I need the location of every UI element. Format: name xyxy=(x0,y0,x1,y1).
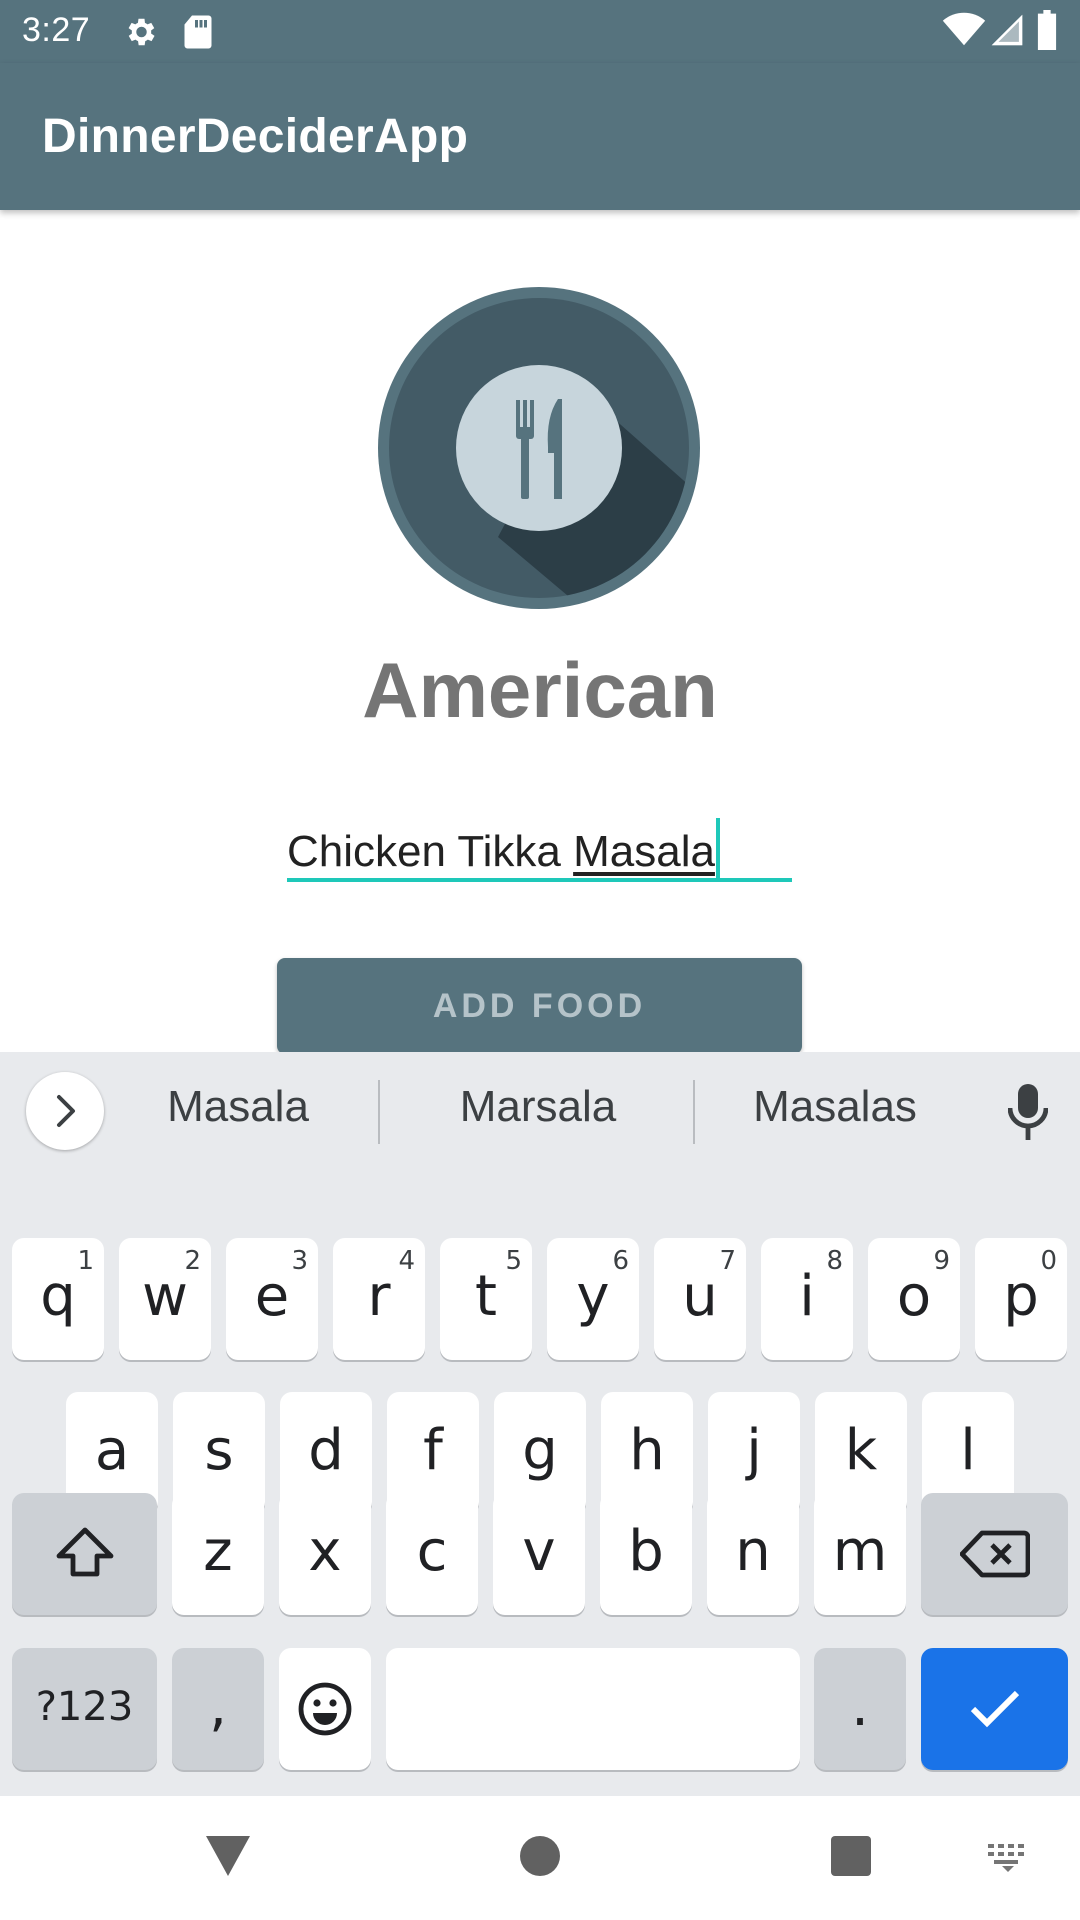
key-m[interactable]: m xyxy=(814,1493,906,1615)
key-c[interactable]: c xyxy=(386,1493,478,1615)
expand-suggestions-button[interactable] xyxy=(26,1072,104,1150)
key-hint: 6 xyxy=(612,1246,629,1276)
key-z[interactable]: z xyxy=(172,1493,264,1615)
key-o[interactable]: o9 xyxy=(868,1238,960,1360)
symbols-key[interactable]: ?123 xyxy=(12,1648,157,1770)
status-bar: 3:27 xyxy=(0,0,1080,63)
add-food-button[interactable]: ADD FOOD xyxy=(277,958,802,1054)
recents-icon[interactable] xyxy=(831,1836,871,1881)
key-hint: 4 xyxy=(398,1246,415,1276)
microphone-icon[interactable] xyxy=(1007,1084,1049,1145)
suggestion-strip: Masala Marsala Masalas xyxy=(0,1052,1080,1172)
key-label: w xyxy=(142,1264,188,1329)
suggestion-divider xyxy=(378,1080,380,1144)
soft-keyboard: Masala Marsala Masalas q1w2e3r4t5y6u7i8o… xyxy=(0,1052,1080,1796)
key-x[interactable]: x xyxy=(279,1493,371,1615)
key-label: r xyxy=(367,1264,391,1329)
sd-card-icon xyxy=(182,14,214,55)
key-b[interactable]: b xyxy=(600,1493,692,1615)
suggestion-3[interactable]: Masalas xyxy=(715,1082,955,1132)
status-time: 3:27 xyxy=(22,11,91,49)
key-w[interactable]: w2 xyxy=(119,1238,211,1360)
key-label: q xyxy=(40,1264,76,1329)
key-hint: 1 xyxy=(77,1246,94,1276)
signal-icon xyxy=(990,12,1024,53)
key-hint: 0 xyxy=(1040,1246,1057,1276)
food-input-composing-text: Masala xyxy=(573,827,715,876)
navigation-bar xyxy=(0,1796,1080,1920)
comma-key[interactable]: , xyxy=(172,1648,264,1770)
key-e[interactable]: e3 xyxy=(226,1238,318,1360)
suggestion-2[interactable]: Marsala xyxy=(408,1082,668,1132)
key-y[interactable]: y6 xyxy=(547,1238,639,1360)
checkmark-icon xyxy=(970,1690,1019,1728)
input-underline xyxy=(287,878,792,882)
backspace-key[interactable] xyxy=(921,1493,1068,1615)
suggestion-divider xyxy=(693,1080,695,1144)
shift-key[interactable] xyxy=(12,1493,157,1615)
key-hint: 7 xyxy=(719,1246,736,1276)
text-caret xyxy=(715,818,720,878)
key-label: y xyxy=(576,1264,610,1329)
key-n[interactable]: n xyxy=(707,1493,799,1615)
food-input[interactable]: Chicken Tikka Masala xyxy=(287,812,792,882)
key-hint: 5 xyxy=(505,1246,522,1276)
key-hint: 3 xyxy=(291,1246,308,1276)
emoji-key[interactable] xyxy=(279,1648,371,1770)
chevron-right-icon xyxy=(57,1095,75,1127)
key-label: p xyxy=(1003,1264,1039,1329)
cuisine-title: American xyxy=(362,646,718,734)
key-label: u xyxy=(682,1264,718,1329)
key-u[interactable]: u7 xyxy=(654,1238,746,1360)
emoji-icon xyxy=(298,1682,352,1736)
key-r[interactable]: r4 xyxy=(333,1238,425,1360)
key-label: i xyxy=(799,1264,815,1329)
period-key[interactable]: . xyxy=(814,1648,906,1770)
food-input-plain-text: Chicken Tikka xyxy=(287,827,574,876)
key-hint: 9 xyxy=(933,1246,950,1276)
key-hint: 8 xyxy=(826,1246,843,1276)
back-icon[interactable] xyxy=(206,1836,250,1881)
key-label: e xyxy=(254,1264,290,1329)
space-key[interactable] xyxy=(386,1648,800,1770)
key-i[interactable]: i8 xyxy=(761,1238,853,1360)
suggestion-1[interactable]: Masala xyxy=(118,1082,358,1132)
home-icon[interactable] xyxy=(520,1836,560,1881)
fork-knife-plate-icon xyxy=(378,287,700,609)
key-label: t xyxy=(475,1264,497,1329)
key-v[interactable]: v xyxy=(493,1493,585,1615)
app-bar: DinnerDeciderApp xyxy=(0,63,1080,210)
keyboard-switch-icon[interactable] xyxy=(986,1842,1030,1879)
app-title: DinnerDeciderApp xyxy=(42,110,469,163)
key-t[interactable]: t5 xyxy=(440,1238,532,1360)
done-key[interactable] xyxy=(921,1648,1068,1770)
key-p[interactable]: p0 xyxy=(975,1238,1067,1360)
key-label: o xyxy=(896,1264,932,1329)
battery-icon xyxy=(1036,10,1058,55)
gear-icon xyxy=(122,14,158,55)
key-hint: 2 xyxy=(184,1246,201,1276)
food-input-value[interactable]: Chicken Tikka Masala xyxy=(287,818,720,878)
wifi-icon xyxy=(942,12,986,53)
key-q[interactable]: q1 xyxy=(12,1238,104,1360)
